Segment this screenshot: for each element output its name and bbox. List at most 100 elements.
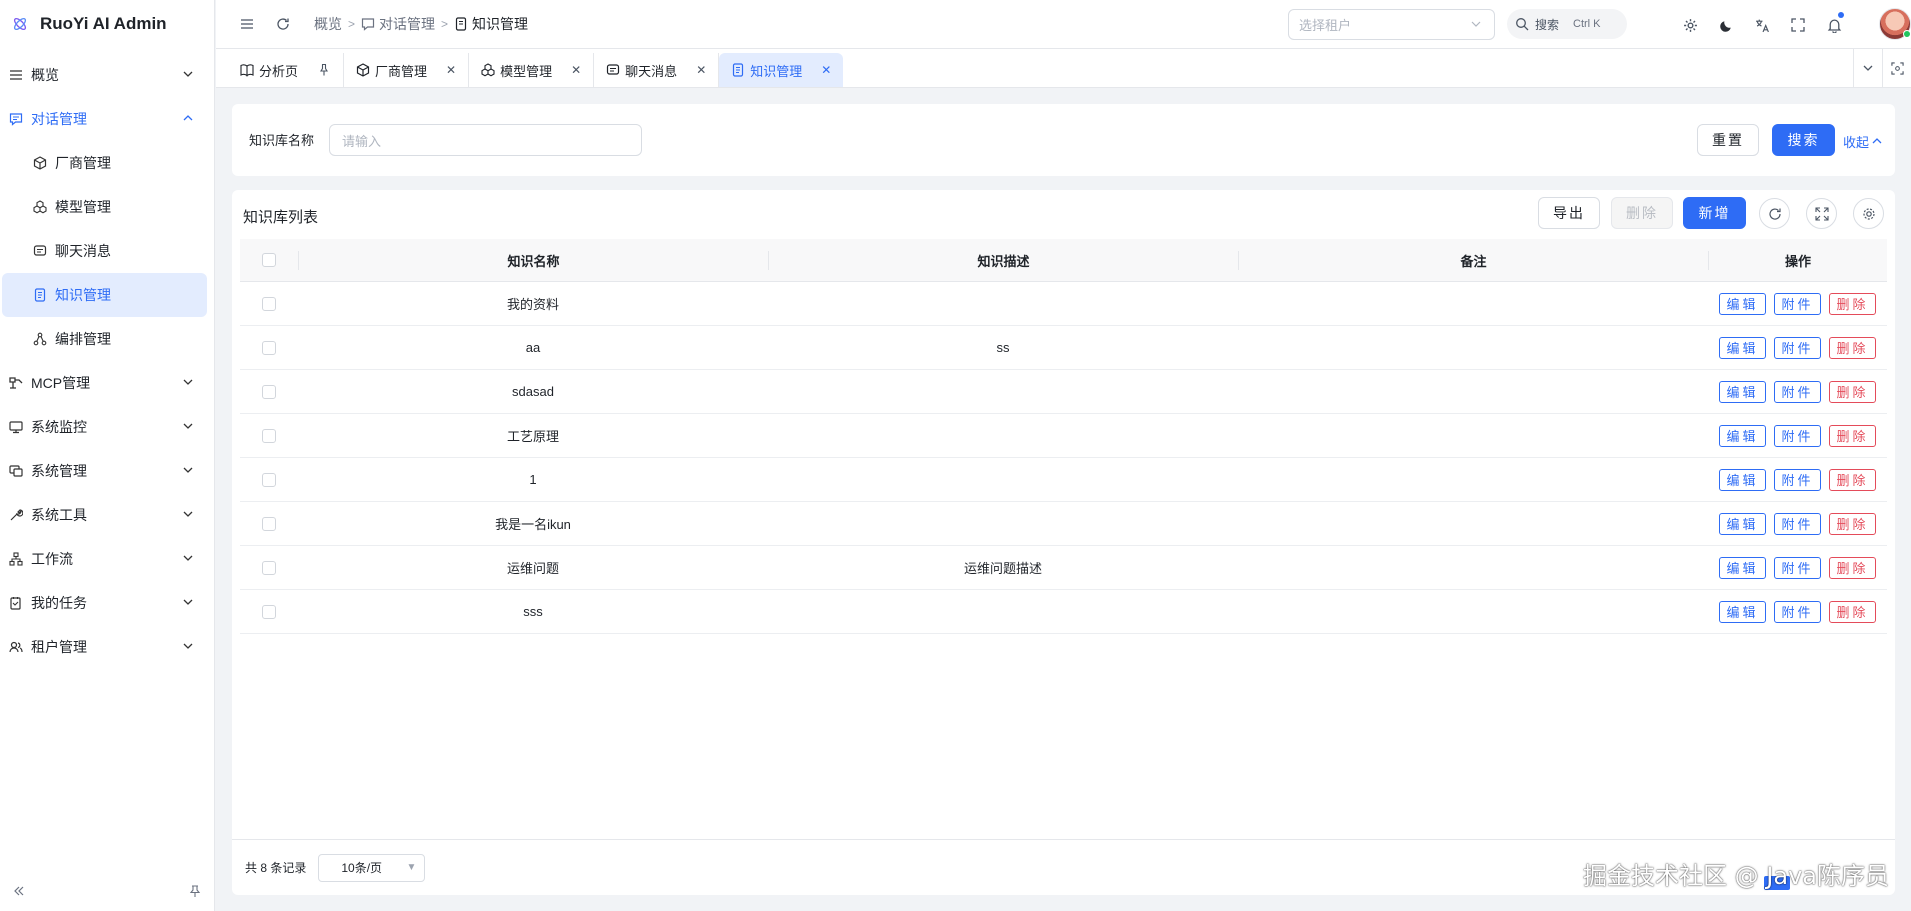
chevron-right-icon: > <box>348 17 356 31</box>
row-checkbox[interactable] <box>262 296 276 311</box>
collapse-sidebar-icon[interactable] <box>12 884 26 898</box>
edit-button[interactable]: 编辑 <box>1719 468 1766 491</box>
close-icon[interactable]: ✕ <box>446 63 456 77</box>
collapse-toggle[interactable]: 收起 <box>1843 132 1885 151</box>
bulk-delete-button[interactable]: 删除 <box>1611 197 1673 229</box>
chevron-up-icon <box>182 112 196 126</box>
chevron-down-icon <box>182 376 196 390</box>
tab-model[interactable]: 模型管理 ✕ <box>469 53 595 87</box>
attachment-button[interactable]: 附件 <box>1774 336 1821 359</box>
attachment-button[interactable]: 附件 <box>1774 380 1821 403</box>
tab-vendor[interactable]: 厂商管理 ✕ <box>344 53 470 87</box>
notification-bell-icon[interactable] <box>1822 10 1846 40</box>
search-button[interactable]: 搜索 <box>1772 124 1835 156</box>
select-all-checkbox[interactable] <box>262 253 276 267</box>
edit-button[interactable]: 编辑 <box>1719 600 1766 623</box>
sidebar-item-workflow[interactable]: 工作流 <box>0 537 214 581</box>
breadcrumb-item[interactable]: 知识管理 <box>454 14 528 34</box>
sidebar-item-knowledge[interactable]: 知识管理 <box>2 273 207 317</box>
sidebar-item-system[interactable]: 系统管理 <box>0 449 214 493</box>
edit-button[interactable]: 编辑 <box>1719 336 1766 359</box>
sidebar-item-orchestration[interactable]: 编排管理 <box>0 317 214 361</box>
column-settings-button[interactable] <box>1853 198 1884 229</box>
sidebar-item-tools[interactable]: 系统工具 <box>0 493 214 537</box>
system-icon <box>9 464 23 478</box>
sidebar-item-chat-management[interactable]: 对话管理 <box>0 97 214 141</box>
tab-label: 聊天消息 <box>625 63 678 79</box>
delete-button[interactable]: 删除 <box>1829 292 1876 315</box>
tab-knowledge[interactable]: 知识管理 ✕ <box>719 53 844 87</box>
export-button[interactable]: 导出 <box>1538 197 1600 229</box>
sidebar-item-overview[interactable]: 概览 <box>0 53 214 97</box>
document-icon <box>731 63 745 77</box>
menu-toggle-icon[interactable] <box>234 11 260 37</box>
pin-icon[interactable] <box>188 884 202 898</box>
avatar[interactable] <box>1879 8 1911 40</box>
translate-icon[interactable] <box>1750 10 1774 40</box>
edit-button[interactable]: 编辑 <box>1719 292 1766 315</box>
fullscreen-icon[interactable] <box>1786 10 1810 40</box>
row-checkbox[interactable] <box>262 472 276 487</box>
delete-button[interactable]: 删除 <box>1829 424 1876 447</box>
breadcrumb-item[interactable]: 概览 <box>314 14 342 34</box>
edit-button[interactable]: 编辑 <box>1719 424 1766 447</box>
chevron-down-icon <box>182 596 196 610</box>
row-checkbox[interactable] <box>262 604 276 619</box>
input-placeholder: 请输入 <box>342 133 382 149</box>
workflow-icon <box>9 552 23 566</box>
row-checkbox[interactable] <box>262 340 276 355</box>
chevron-up-icon <box>1871 135 1885 149</box>
attachment-button[interactable]: 附件 <box>1774 512 1821 535</box>
attachment-button[interactable]: 附件 <box>1774 468 1821 491</box>
close-icon[interactable]: ✕ <box>696 63 706 77</box>
breadcrumb-item[interactable]: 对话管理 <box>361 14 435 34</box>
tab-analytics[interactable]: 分析页 <box>228 53 345 87</box>
delete-button[interactable]: 删除 <box>1829 556 1876 579</box>
sidebar-item-model[interactable]: 模型管理 <box>0 185 214 229</box>
delete-button[interactable]: 删除 <box>1829 380 1876 403</box>
row-select-cell <box>240 296 298 311</box>
close-icon[interactable]: ✕ <box>571 63 581 77</box>
refresh-table-button[interactable] <box>1759 198 1790 229</box>
attachment-button[interactable]: 附件 <box>1774 424 1821 447</box>
reset-button[interactable]: 重置 <box>1697 124 1759 156</box>
refresh-icon[interactable] <box>270 11 296 37</box>
attachment-button[interactable]: 附件 <box>1774 556 1821 579</box>
settings-icon[interactable] <box>1678 10 1702 40</box>
fullscreen-table-button[interactable] <box>1806 198 1837 229</box>
row-checkbox[interactable] <box>262 560 276 575</box>
chevron-down-icon[interactable] <box>1853 49 1882 87</box>
page-size-select[interactable]: 10条/页 ▼ <box>318 853 426 882</box>
attachment-button[interactable]: 附件 <box>1774 600 1821 623</box>
close-icon[interactable]: ✕ <box>821 63 831 77</box>
delete-button[interactable]: 删除 <box>1829 336 1876 359</box>
sidebar-item-vendor[interactable]: 厂商管理 <box>0 141 214 185</box>
tenant-select[interactable]: 选择租户 <box>1288 9 1495 40</box>
delete-button[interactable]: 删除 <box>1829 600 1876 623</box>
delete-button[interactable]: 删除 <box>1829 468 1876 491</box>
dark-mode-icon[interactable] <box>1714 10 1738 40</box>
maximize-icon[interactable] <box>1882 49 1911 87</box>
sidebar-item-chat-messages[interactable]: 聊天消息 <box>0 229 214 273</box>
sidebar-item-monitor[interactable]: 系统监控 <box>0 405 214 449</box>
sidebar-item-my-tasks[interactable]: 我的任务 <box>0 581 214 625</box>
edit-button[interactable]: 编辑 <box>1719 512 1766 535</box>
row-checkbox[interactable] <box>262 428 276 443</box>
tab-chat-messages[interactable]: 聊天消息 ✕ <box>594 53 720 87</box>
row-checkbox[interactable] <box>262 516 276 531</box>
edit-button[interactable]: 编辑 <box>1719 380 1766 403</box>
add-button[interactable]: 新增 <box>1683 197 1746 229</box>
edit-button[interactable]: 编辑 <box>1719 556 1766 579</box>
pin-icon[interactable] <box>317 63 331 77</box>
sidebar-item-mcp[interactable]: MCP管理 <box>0 361 214 405</box>
logo[interactable]: RuoYi AI Admin <box>0 0 214 48</box>
row-checkbox[interactable] <box>262 384 276 399</box>
attachment-button[interactable]: 附件 <box>1774 292 1821 315</box>
knowledge-name-input[interactable]: 请输入 <box>329 124 642 156</box>
chevron-down-icon <box>1470 18 1484 32</box>
collapse-label: 收起 <box>1843 135 1870 150</box>
actions-cell: 编辑 附件 删除 <box>1708 424 1887 447</box>
delete-button[interactable]: 删除 <box>1829 512 1876 535</box>
sidebar-item-tenant[interactable]: 租户管理 <box>0 625 214 669</box>
global-search[interactable]: 搜索 Ctrl K <box>1507 9 1627 39</box>
